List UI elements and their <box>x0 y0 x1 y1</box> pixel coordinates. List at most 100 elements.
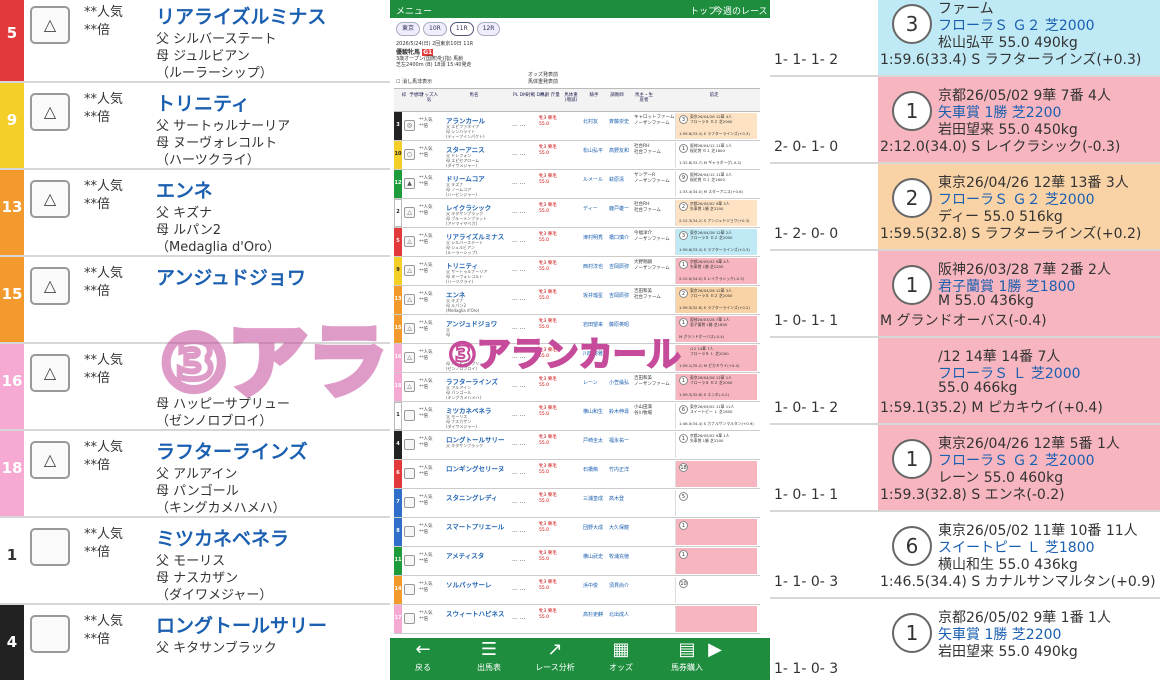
horse-row[interactable]: 4 **人気 **倍 ロングトールサリー父 キタサンブラック ··· ··· 牝3 栗毛 5… <box>394 431 760 460</box>
this-week-races-link[interactable]: 今週のレース <box>714 4 768 17</box>
last-race[interactable]: 1 東京26/04/26 12華 1人 フローラＳ Ｇ２ 芝2000 1:59.3(3… <box>675 374 757 400</box>
jockey-name[interactable]: 横山和生 <box>583 409 603 415</box>
prediction-mark[interactable]: △ <box>30 441 70 479</box>
more-icon[interactable]: ··· ··· <box>512 558 525 565</box>
last-race[interactable]: 9 阪神26/04/12 11華 2人 桜花賞 Ｇ１ 芝1600 1:33.4(34.… <box>675 171 757 197</box>
more-icon[interactable]: ··· ··· <box>512 471 525 478</box>
last-race[interactable]: 18 <box>675 461 757 487</box>
more-icon[interactable]: ··· ··· <box>512 587 525 594</box>
prediction-mark[interactable]: △ <box>30 267 70 305</box>
last-race[interactable]: 1 京都26/05/02 9華 1人 矢車賞 1勝 芝2200 <box>675 432 757 458</box>
prediction-mark[interactable]: △ <box>30 180 70 218</box>
prediction-mark[interactable] <box>30 528 70 566</box>
horse-name[interactable]: ミツカネベネラ <box>156 524 289 551</box>
horse-name-link[interactable]: スウィートハピネス <box>446 608 505 618</box>
jockey-name[interactable]: ディー <box>583 206 598 212</box>
more-icon[interactable]: ··· ··· <box>512 210 525 217</box>
trainer-name[interactable]: 須貝尚介 <box>609 583 629 589</box>
more-icon[interactable]: ··· ··· <box>512 268 525 275</box>
last-race[interactable]: 6 東京26/05/02 11華 11人 スイートピー Ｌ 芝1800 1:46.5(… <box>675 403 757 429</box>
trainer-name[interactable]: 斉藤崇史 <box>609 119 629 125</box>
horse-name[interactable]: リアライズルミナス <box>156 2 326 29</box>
jockey-name[interactable]: 津村明秀 <box>583 235 603 241</box>
nav-button[interactable]: ▦ オッズ <box>588 638 654 680</box>
more-icon[interactable]: ··· ··· <box>512 413 525 420</box>
race-tab-12r[interactable]: 12R <box>476 22 501 36</box>
horse-row[interactable]: 2 △ **人気 **倍 レイクラシック父 キタサンブラック母 ブルーメンブラット (アド… <box>394 199 760 228</box>
trainer-name[interactable]: 大久保龍 <box>609 525 629 531</box>
more-icon[interactable]: ··· ··· <box>512 123 525 130</box>
nav-button[interactable]: ← 戻る <box>390 638 456 680</box>
trainer-name[interactable]: 高木登 <box>609 496 624 502</box>
trainer-name[interactable]: 吉岡辰弥 <box>609 264 629 270</box>
horse-row[interactable]: 14 **人気 **倍 ソルパッサーレ ··· ··· 牝3 栗毛 55.0 浜中俊 須貝尚介 1… <box>394 576 760 605</box>
prediction-mark-button[interactable]: ○ <box>404 149 415 160</box>
jockey-name[interactable]: 松山弘平 <box>583 148 603 154</box>
last-race[interactable]: 1 京都26/05/02 9華 4人 矢車賞 1勝 芝2200 2:12.0(34.0… <box>675 258 757 284</box>
jockey-name[interactable]: 北村友 <box>583 119 598 125</box>
last-race[interactable]: 2 京都26/05/02 9華 3人 矢車賞 1勝 芝2200 2:12.3(34.2… <box>675 200 757 226</box>
prediction-mark-button[interactable]: △ <box>404 294 415 305</box>
more-icon[interactable]: ··· ··· <box>512 529 525 536</box>
venue-select[interactable]: 東京 <box>396 22 421 36</box>
prediction-mark-button[interactable]: △ <box>404 207 415 218</box>
more-icon[interactable]: ··· ··· <box>512 152 525 159</box>
more-icon[interactable]: ··· ··· <box>512 297 525 304</box>
trainer-name[interactable]: 高野友和 <box>609 148 629 154</box>
prediction-mark-button[interactable]: △ <box>404 265 415 276</box>
more-icon[interactable]: ··· ··· <box>512 239 525 246</box>
prediction-mark[interactable]: △ <box>30 93 70 131</box>
trainer-name[interactable]: 萩原清 <box>609 177 624 183</box>
horse-row[interactable]: 17 **人気 **倍 スウィートハピネス ··· ··· 牝3 栗毛 55.0 高杉吏麒 北出… <box>394 605 760 634</box>
horse-name[interactable]: アンジュドジョワ <box>156 263 306 290</box>
prediction-mark-button[interactable] <box>404 584 415 595</box>
trainer-name[interactable]: 福永祐一 <box>609 438 629 444</box>
prediction-mark[interactable]: △ <box>30 354 70 392</box>
jockey-name[interactable]: 坂井瑠星 <box>583 293 603 299</box>
nav-button[interactable]: ☰ 出馬表 <box>456 638 522 680</box>
last-race[interactable]: 10 <box>675 577 757 603</box>
menu-button[interactable]: メニュー <box>396 4 432 17</box>
horse-name[interactable]: ロングトールサリー <box>156 611 327 638</box>
last-race[interactable]: 1 阪神26/04/12 11華 1人 桜花賞 Ｇ１ 芝1600 1:32.8(33.… <box>675 142 757 168</box>
prediction-mark-button[interactable] <box>404 410 415 421</box>
last-race[interactable]: 1 <box>675 548 757 574</box>
horse-row[interactable]: 3 ◎ **人気 **倍 アランカール父 エピファネイア母 シンハライト (ディープインパ… <box>394 112 760 141</box>
prediction-mark-button[interactable] <box>404 497 415 508</box>
more-icon[interactable]: ··· ··· <box>512 500 525 507</box>
horse-name-link[interactable]: ロンギングセリーヌ <box>446 463 505 473</box>
horse-name-link[interactable]: スタニングレディ <box>446 492 498 502</box>
trainer-name[interactable]: 竹内正洋 <box>609 467 629 473</box>
last-race[interactable]: /12 14華 7人 フローラＳ Ｌ 芝2000 1:59.1(35.2) M ピカ… <box>675 345 757 371</box>
nav-button[interactable]: ▶ <box>700 638 730 680</box>
trainer-name[interactable]: 小笠倫弘 <box>609 380 629 386</box>
horse-row[interactable]: 7 **人気 **倍 スタニングレディ ··· ··· 牝3 栗毛 55.0 三浦皇成 高木登 5 <box>394 489 760 518</box>
horse-name[interactable]: ラフターラインズ <box>156 437 308 464</box>
horse-row[interactable]: 10 ○ **人気 **倍 スターアニス父 ドレフォン母 エピセアローム (ダイワメジャー… <box>394 141 760 170</box>
more-icon[interactable]: ··· ··· <box>512 616 525 623</box>
horse-row[interactable]: 18 △ **人気 **倍 ラフターラインズ父 アルアイン母 パンゴール (キングカメハメ… <box>394 373 760 402</box>
last-race[interactable]: 3 東京26/04/26 12華 4人 フローラＳ Ｇ２ 芝2000 1:59.6(3… <box>675 113 757 139</box>
prediction-mark-button[interactable] <box>404 555 415 566</box>
prediction-mark-button[interactable] <box>404 439 415 450</box>
horse-row[interactable]: 13 △ **人気 **倍 エンネ父 キズナ母 ルパン2 (Medaglia d'Oro)… <box>394 286 760 315</box>
jockey-name[interactable]: 団野大成 <box>583 525 603 531</box>
nav-button[interactable]: ↗ レース分析 <box>522 638 588 680</box>
jockey-name[interactable]: レーン <box>583 380 598 386</box>
hide-filter[interactable]: ☐ 消し馬非表示 <box>396 78 432 85</box>
prediction-mark[interactable]: △ <box>30 6 70 44</box>
prediction-mark-button[interactable]: △ <box>404 381 415 392</box>
last-race[interactable]: 1 阪神26/03/28 7華 2人 君子蘭賞 1勝 芝1800 M グランドオーバス… <box>675 316 757 342</box>
horse-row[interactable]: 11 **人気 **倍 アメティスタ ··· ··· 牝3 栗毛 55.0 横山武史 牧浦充徳 1 <box>394 547 760 576</box>
prediction-mark-button[interactable] <box>404 613 415 624</box>
prediction-mark-button[interactable] <box>404 468 415 479</box>
horse-name[interactable]: トリニティ <box>156 89 250 116</box>
trainer-name[interactable]: 橋口慎介 <box>609 235 629 241</box>
jockey-name[interactable]: 浜中俊 <box>583 583 598 589</box>
prediction-mark-button[interactable]: △ <box>404 236 415 247</box>
horse-row[interactable]: 12 ▲ **人気 **倍 ドリームコア父 キズナ母 ノームコア (ハービンジャー) ···… <box>394 170 760 199</box>
horse-name-link[interactable]: アメティスタ <box>446 550 484 560</box>
top-link[interactable]: トップ <box>690 4 717 17</box>
trainer-name[interactable]: 鈴木伸尋 <box>609 409 629 415</box>
jockey-name[interactable]: 高杉吏麒 <box>583 612 603 618</box>
